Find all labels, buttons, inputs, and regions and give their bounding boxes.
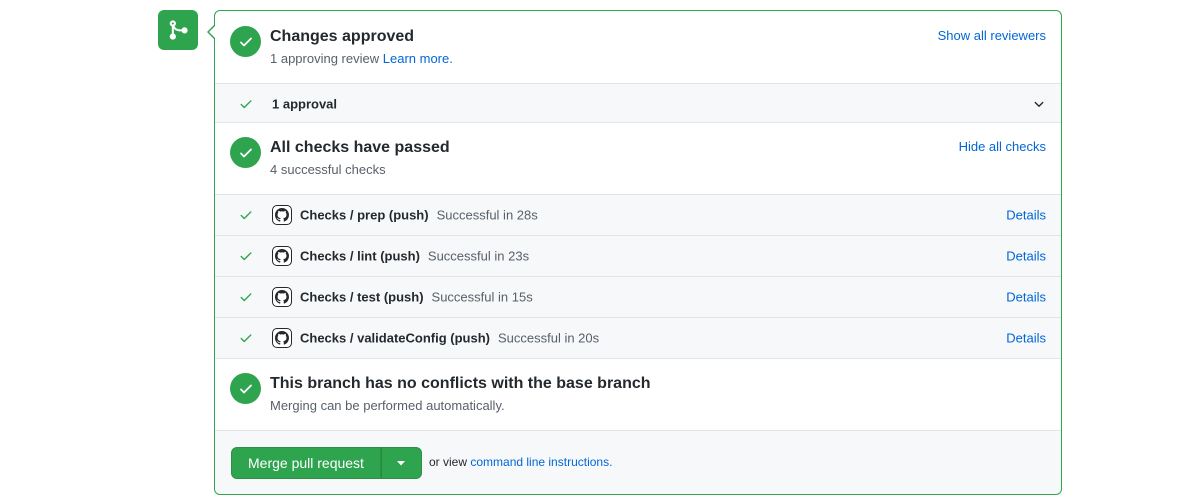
merge-pull-request-button[interactable]: Merge pull request [231, 447, 381, 479]
check-row: Checks / lint (push) Successful in 23s De… [215, 235, 1061, 276]
reviews-title: Changes approved [270, 28, 415, 45]
check-title: Checks / lint (push) [300, 248, 420, 264]
merge-button-group: Merge pull request [231, 447, 422, 479]
check-row: Checks / test (push) Successful in 15s De… [215, 276, 1061, 317]
check-circle-icon [230, 373, 261, 404]
check-title: Checks / validateConfig (push) [300, 330, 490, 346]
command-line-instructions-link[interactable]: command line instructions. [470, 455, 612, 469]
check-name: Checks / test (push) Successful in 15s [300, 290, 533, 305]
check-status: Successful in 23s [427, 248, 530, 264]
merge-icon-svg [169, 20, 188, 40]
git-merge-icon [158, 10, 198, 50]
details-link[interactable]: Details [1006, 290, 1046, 305]
merge-status-panel: Changes approved 1 approving review Lear… [207, 10, 1062, 495]
details-link[interactable]: Details [1006, 208, 1046, 223]
check-circle-icon [230, 26, 261, 57]
conflicts-subtitle: Merging can be performed automatically. [270, 398, 505, 413]
triangle-down-icon [397, 461, 406, 466]
check-status: Successful in 20s [497, 330, 600, 346]
learn-more-link[interactable]: Learn more. [383, 51, 453, 66]
check-icon [240, 99, 252, 108]
or-view-text: or view command line instructions. [429, 455, 612, 469]
check-title: Checks / test (push) [300, 289, 424, 305]
check-name: Checks / validateConfig (push) Successful… [300, 331, 599, 346]
approval-summary-label: 1 approval [272, 96, 338, 111]
github-mark-icon [272, 205, 292, 225]
check-name: Checks / prep (push) Successful in 28s [300, 208, 538, 223]
conflicts-title: This branch has no conflicts with the ba… [270, 375, 651, 392]
hide-all-checks-link[interactable]: Hide all checks [959, 139, 1046, 154]
reviews-subtitle: 1 approving review Learn more. [270, 51, 453, 66]
github-mark-icon [272, 246, 292, 266]
merge-method-dropdown[interactable] [380, 447, 422, 479]
reviews-section: Changes approved 1 approving review Lear… [215, 11, 1061, 83]
checks-subtitle: 4 successful checks [270, 162, 386, 177]
github-mark-icon [272, 328, 292, 348]
check-icon [240, 211, 252, 220]
or-view-label: or view [429, 455, 468, 469]
checks-title: All checks have passed [270, 139, 450, 156]
check-title: Checks / prep (push) [300, 207, 429, 223]
chevron-down-icon[interactable] [1033, 98, 1045, 110]
check-circle-icon [230, 137, 261, 168]
check-status: Successful in 15s [431, 289, 533, 305]
details-link[interactable]: Details [1006, 331, 1046, 346]
check-status: Successful in 28s [436, 207, 538, 223]
show-all-reviewers-link[interactable]: Show all reviewers [938, 28, 1046, 43]
check-icon [240, 252, 252, 261]
check-name: Checks / lint (push) Successful in 23s [300, 249, 529, 264]
check-row: Checks / validateConfig (push) Successful… [215, 317, 1061, 358]
check-icon [240, 334, 252, 343]
merge-action-area: Merge pull request or view command line … [215, 430, 1061, 494]
checks-section: All checks have passed 4 successful chec… [215, 122, 1061, 194]
check-row: Checks / prep (push) Successful in 28s De… [215, 194, 1061, 235]
approval-summary-row[interactable]: 1 approval [215, 83, 1061, 123]
conflicts-section: This branch has no conflicts with the ba… [215, 358, 1061, 430]
check-icon [240, 293, 252, 302]
details-link[interactable]: Details [1006, 249, 1046, 264]
reviews-count: 1 approving review [270, 51, 380, 66]
github-mark-icon [272, 287, 292, 307]
